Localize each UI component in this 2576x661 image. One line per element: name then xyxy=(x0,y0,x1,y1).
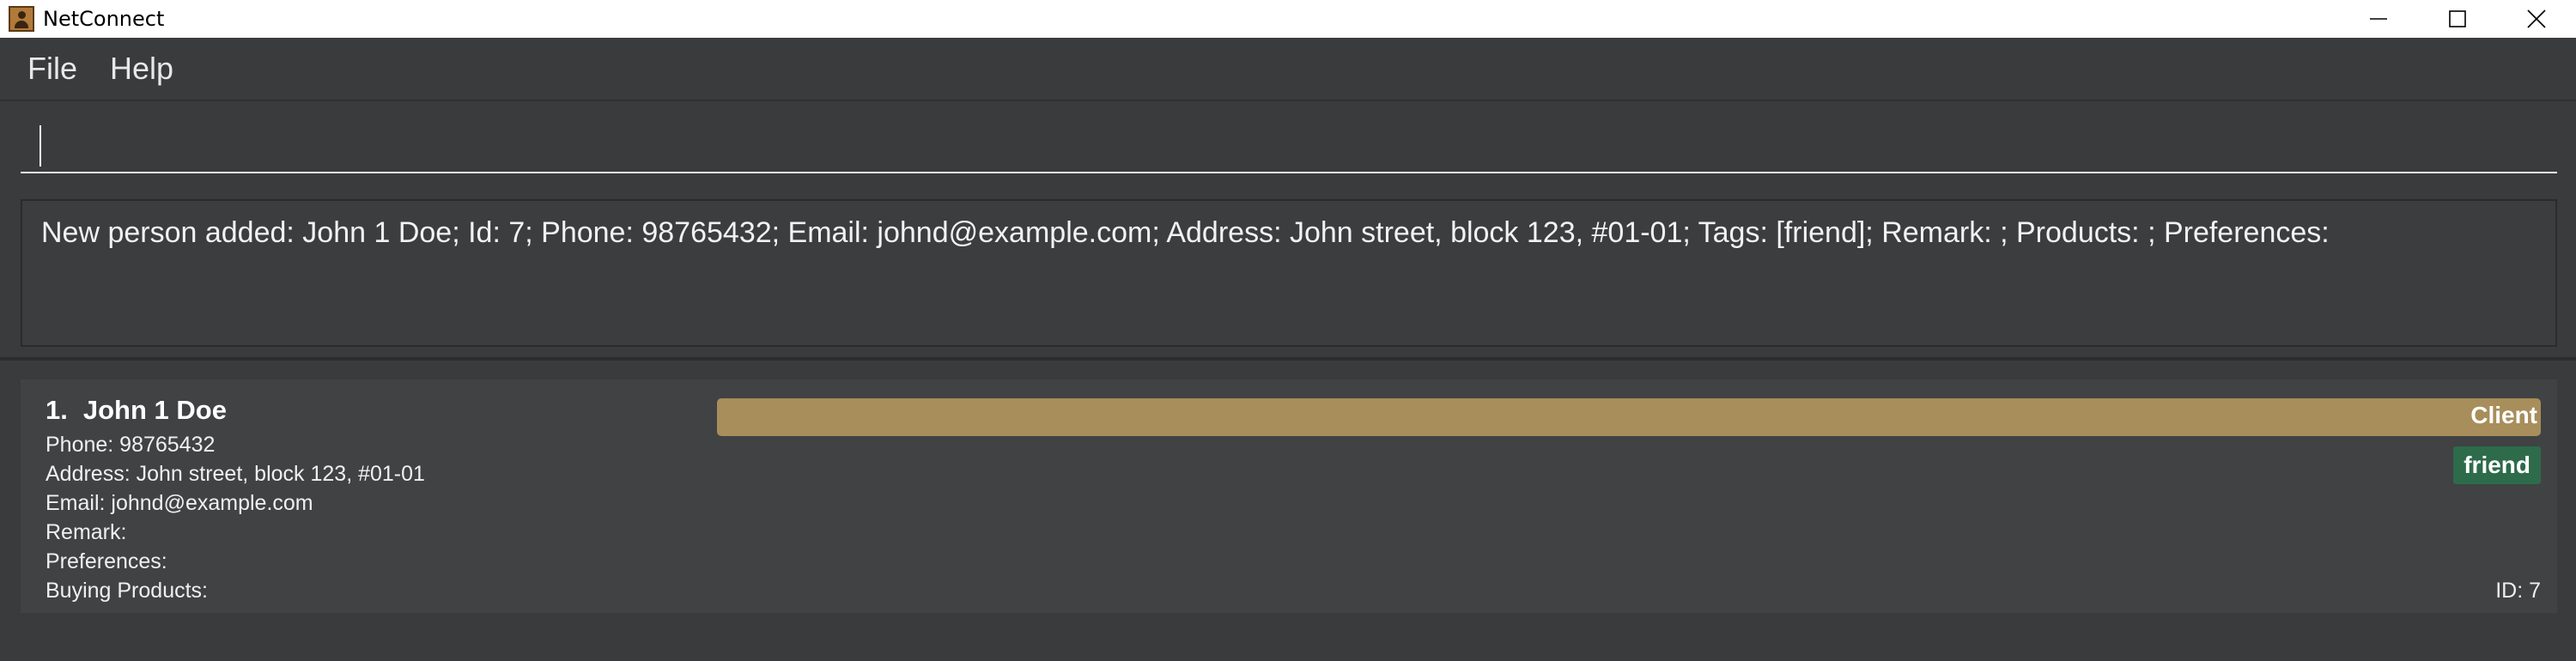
title-bar: NetConnect xyxy=(0,0,2576,38)
menu-file[interactable]: File xyxy=(27,51,77,87)
result-message: New person added: John 1 Doe; Id: 7; Pho… xyxy=(41,216,2330,249)
person-card[interactable]: 1. John 1 Doe Phone: 98765432 Address: Jo… xyxy=(21,379,2557,613)
role-badge-bar: Client xyxy=(717,398,2541,436)
maximize-icon xyxy=(2449,10,2466,27)
window-title: NetConnect xyxy=(43,7,165,31)
command-box xyxy=(0,101,2576,189)
maximize-button[interactable] xyxy=(2418,0,2497,38)
role-label: Client xyxy=(2470,402,2537,428)
person-address: Address: John street, block 123, #01-01 xyxy=(46,462,425,486)
tag-badge: friend xyxy=(2453,446,2541,484)
person-id: ID: 7 xyxy=(2495,579,2541,603)
person-remark: Remark: xyxy=(46,520,127,544)
person-email: Email: johnd@example.com xyxy=(46,491,313,515)
text-caret xyxy=(39,125,41,167)
person-buying-products: Buying Products: xyxy=(46,579,208,603)
contact-card-icon xyxy=(9,6,34,32)
minimize-button[interactable] xyxy=(2339,0,2418,38)
person-index: 1. xyxy=(46,395,68,425)
close-icon xyxy=(2527,9,2546,28)
minimize-icon xyxy=(2370,18,2387,20)
person-name: John 1 Doe xyxy=(82,395,227,425)
person-name-heading: 1. John 1 Doe xyxy=(46,395,227,426)
close-button[interactable] xyxy=(2497,0,2576,38)
command-input[interactable] xyxy=(21,117,2557,173)
person-list[interactable]: 1. John 1 Doe Phone: 98765432 Address: Jo… xyxy=(0,361,2576,661)
result-display[interactable]: New person added: John 1 Doe; Id: 7; Pho… xyxy=(21,199,2557,347)
menu-help[interactable]: Help xyxy=(110,51,173,87)
menu-bar: File Help xyxy=(0,38,2576,101)
app-window: NetConnect File Help New person added: J… xyxy=(0,0,2576,661)
window-controls xyxy=(2339,0,2576,38)
person-preferences: Preferences: xyxy=(46,549,167,573)
person-phone: Phone: 98765432 xyxy=(46,433,216,457)
